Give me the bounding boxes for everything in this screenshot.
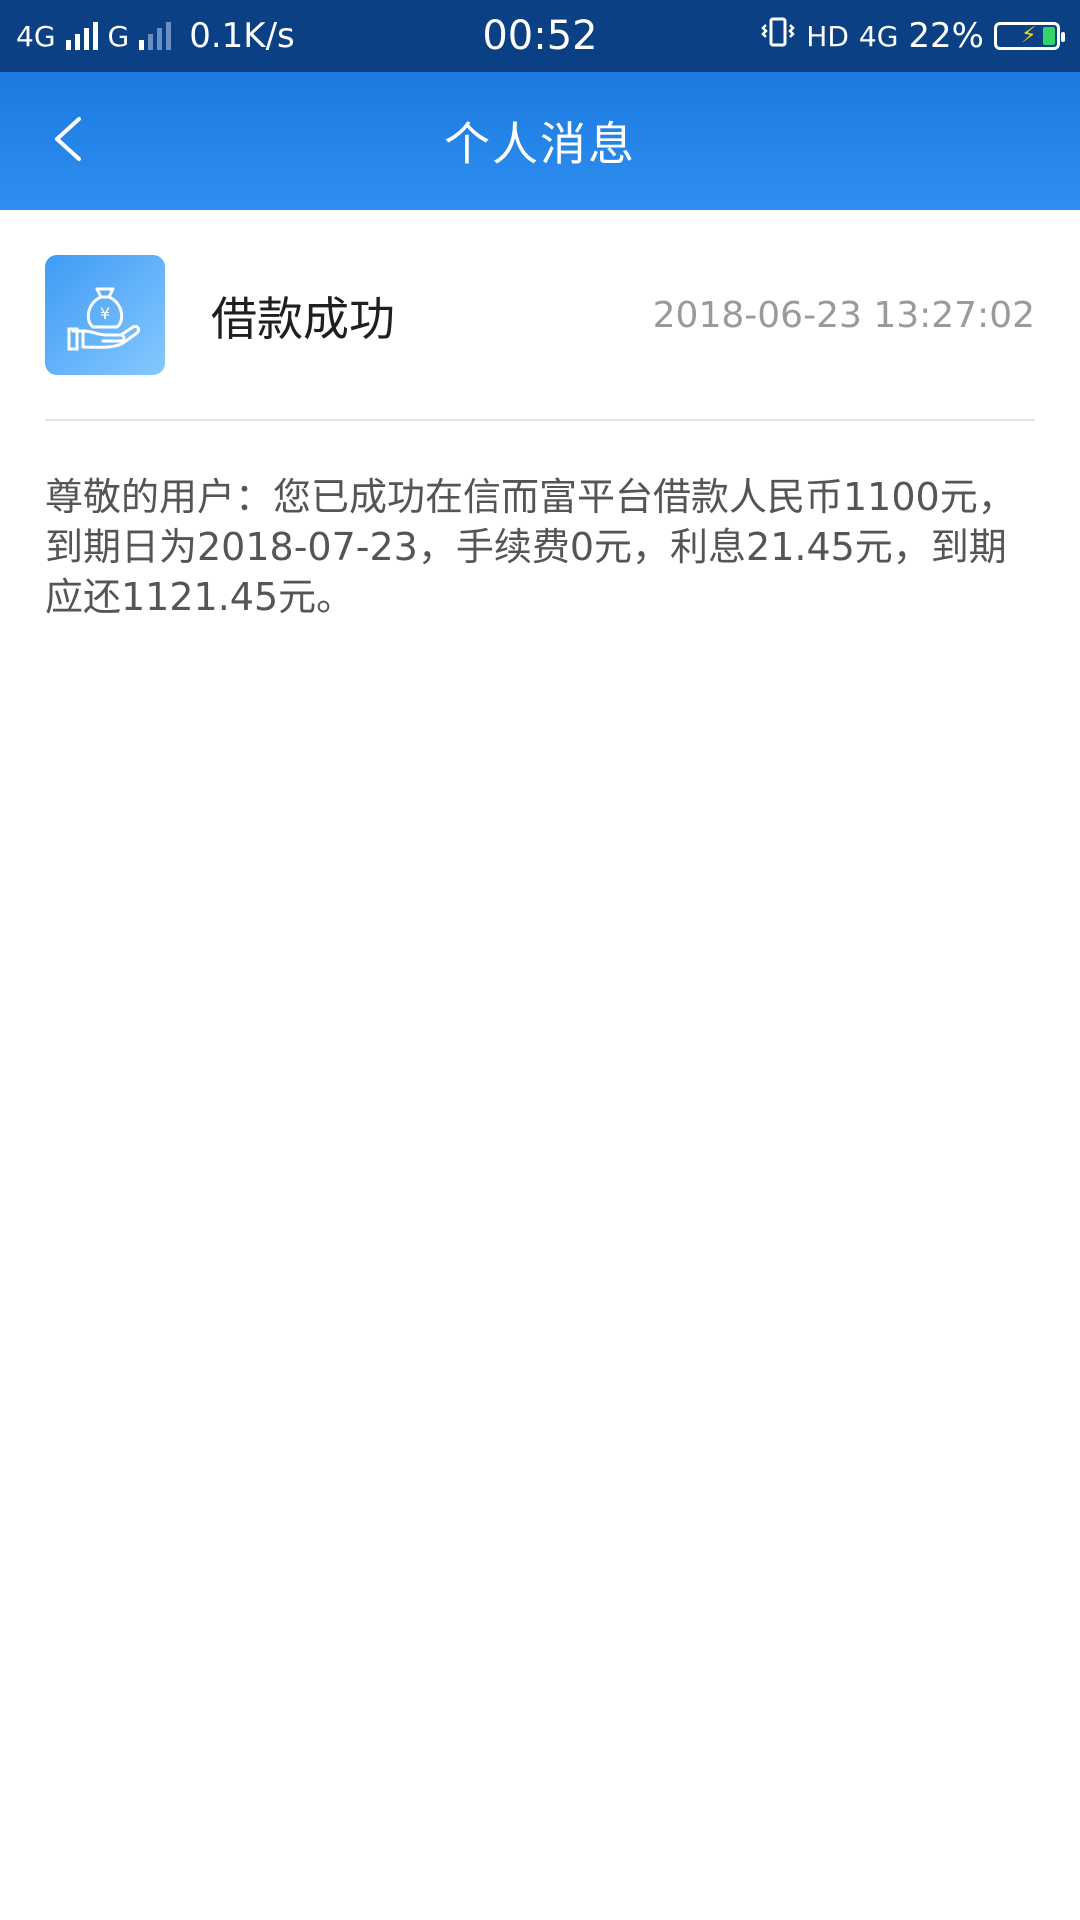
status-bar: 4G G 0.1K/s 00:52 HD 4G 22% ⚡	[0, 0, 1080, 72]
hd-label: HD	[806, 19, 849, 53]
network-speed: 0.1K/s	[189, 16, 295, 56]
signal-icon	[65, 22, 98, 50]
charging-bolt-icon: ⚡	[1021, 23, 1037, 48]
message-body: 尊敬的用户：您已成功在信而富平台借款人民币1100元，到期日为2018-07-2…	[45, 475, 1016, 619]
network-type-tertiary: 4G	[858, 19, 899, 53]
page-title: 个人消息	[444, 117, 636, 171]
status-bar-left: 4G G 0.1K/s	[16, 0, 295, 72]
status-bar-right: HD 4G 22% ⚡	[760, 0, 1065, 72]
app-bar: 个人消息	[0, 72, 1080, 210]
battery-percent: 22%	[908, 16, 984, 56]
svg-text:¥: ¥	[100, 304, 110, 323]
back-button[interactable]	[34, 106, 104, 176]
status-time: 00:52	[482, 13, 598, 59]
battery-fill	[1043, 27, 1055, 45]
money-bag-hand-icon: ¥	[45, 255, 165, 375]
message-title: 借款成功	[211, 292, 395, 346]
divider	[45, 419, 1035, 421]
chevron-left-icon	[49, 115, 89, 167]
network-type-primary: 4G	[16, 19, 56, 53]
signal-weak-icon	[139, 22, 172, 50]
message-header: ¥ 借款成功 2018-06-23 13:27:02	[45, 255, 1035, 375]
battery-charging-icon: ⚡	[994, 22, 1065, 50]
network-type-secondary: G	[107, 19, 130, 53]
message-timestamp: 2018-06-23 13:27:02	[652, 295, 1035, 336]
vibrate-icon	[760, 14, 796, 59]
